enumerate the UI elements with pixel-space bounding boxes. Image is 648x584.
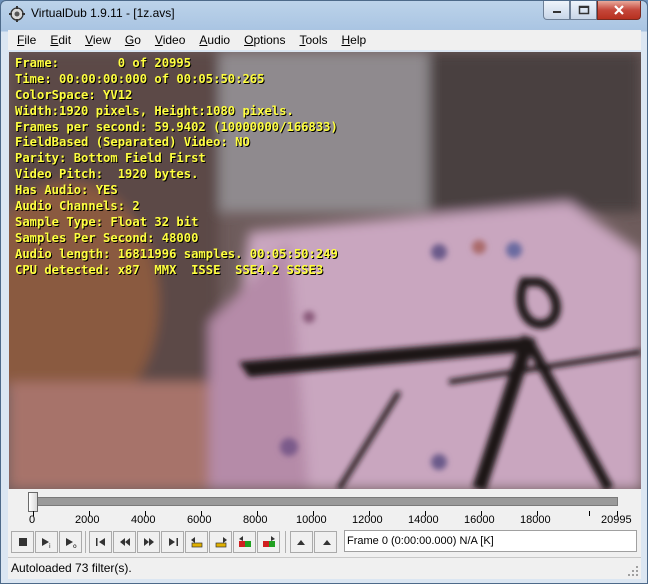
timeline-tick-label: 4000	[131, 514, 156, 526]
step-forward-icon	[143, 538, 154, 546]
timeline-tick-label: 18000	[520, 514, 551, 526]
next-keyframe-button[interactable]	[209, 531, 232, 553]
timeline-tick-label: 12000	[352, 514, 383, 526]
next-scene-button[interactable]	[257, 531, 280, 553]
status-bar: Autoloaded 73 filter(s).	[8, 557, 641, 579]
info-line: Frame: 0 of 20995	[15, 56, 192, 70]
info-line: Has Audio: YES	[15, 183, 118, 198]
next-keyframe-icon	[215, 537, 227, 548]
go-start-button[interactable]	[89, 531, 112, 553]
info-line: Audio Channels: 2	[15, 199, 140, 214]
maximize-icon	[578, 5, 589, 15]
timeline-tick-label: 2000	[75, 514, 100, 526]
timeline-tick-label: 14000	[408, 514, 439, 526]
prev-keyframe-icon	[190, 537, 202, 548]
menu-view[interactable]: View	[78, 30, 118, 50]
menu-edit[interactable]: Edit	[43, 30, 78, 50]
menu-file[interactable]: File	[10, 30, 43, 50]
play-input-button[interactable]: i	[35, 531, 58, 553]
info-line: Video Pitch: 1920 bytes.	[15, 167, 199, 182]
video-pane[interactable]: Frame: 0 of 20995 Time: 00:00:00:000 of …	[9, 52, 641, 489]
close-icon	[614, 5, 624, 15]
minimize-icon	[552, 11, 561, 13]
mark-out-icon	[322, 540, 331, 545]
info-line: FieldBased (Separated) Video: NO	[15, 135, 250, 150]
step-forward-button[interactable]	[137, 531, 160, 553]
title-bar[interactable]: VirtualDub 1.9.11 - [1z.avs]	[1, 1, 647, 29]
timeline-tick-label: 10000	[296, 514, 327, 526]
menu-bar: File Edit View Go Video Audio Options To…	[8, 30, 641, 50]
timeline-tick-label: 16000	[464, 514, 495, 526]
toolbar-separator	[85, 531, 86, 553]
svg-text:i: i	[49, 543, 51, 549]
frame-readout[interactable]: Frame 0 (0:00:00.000) N/A [K]	[344, 530, 637, 552]
menu-options[interactable]: Options	[237, 30, 292, 50]
minimize-button[interactable]	[543, 1, 570, 20]
status-text: Autoloaded 73 filter(s).	[11, 561, 132, 575]
app-window: VirtualDub 1.9.11 - [1z.avs] File Edit V…	[0, 0, 648, 584]
info-line: Width:1920 pixels, Height:1080 pixels.	[15, 103, 294, 118]
go-end-button[interactable]	[161, 531, 184, 553]
toolbar-separator	[285, 531, 286, 553]
info-line: Audio length: 16811996 samples. 00:05:50…	[15, 246, 338, 261]
menu-video[interactable]: Video	[148, 30, 192, 50]
stop-icon	[18, 538, 27, 546]
play-output-icon: o	[65, 538, 77, 549]
info-line: Samples Per Second: 48000	[15, 230, 199, 245]
stop-button[interactable]	[11, 531, 34, 553]
timeline-tick	[589, 511, 590, 516]
menu-go[interactable]: Go	[118, 30, 148, 50]
play-input-icon: i	[41, 538, 51, 549]
info-line: Parity: Bottom Field First	[15, 151, 206, 166]
timeline-tick-label: 6000	[187, 514, 212, 526]
next-scene-icon	[262, 536, 275, 547]
maximize-button[interactable]	[570, 1, 597, 20]
timeline-thumb[interactable]	[28, 492, 38, 512]
step-back-button[interactable]	[113, 531, 136, 553]
info-line: CPU detected: x87 MMX ISSE SSE4.2 SSSE3	[15, 262, 324, 277]
menu-tools[interactable]: Tools	[292, 30, 334, 50]
resize-grip-icon[interactable]	[627, 565, 639, 577]
virtualdub-gear-icon	[9, 6, 25, 22]
menu-audio[interactable]: Audio	[192, 30, 237, 50]
timeline-tick-label: 8000	[243, 514, 268, 526]
mark-in-icon	[296, 540, 305, 545]
window-title: VirtualDub 1.9.11 - [1z.avs]	[31, 6, 175, 20]
timeline-tick-label: 20995	[601, 514, 632, 526]
caption-buttons	[543, 1, 641, 21]
step-back-icon	[119, 538, 130, 546]
menu-help[interactable]: Help	[334, 30, 373, 50]
info-line: Time: 00:00:00:000 of 00:05:50:265	[15, 71, 265, 86]
avs-info-overlay: Frame: 0 of 20995 Time: 00:00:00:000 of …	[15, 56, 338, 278]
go-start-icon	[95, 538, 105, 546]
mark-out-button[interactable]	[314, 531, 337, 553]
svg-text:o: o	[73, 543, 77, 549]
position-control: 0 2000 4000 6000 8000 10000 12000 14000 …	[8, 489, 641, 557]
timeline-tick-label: 0	[29, 514, 36, 526]
go-end-icon	[168, 538, 178, 546]
timeline-track[interactable]	[35, 497, 618, 506]
info-line: Sample Type: Float 32 bit	[15, 214, 199, 229]
mark-in-button[interactable]	[290, 531, 313, 553]
prev-keyframe-button[interactable]	[185, 531, 208, 553]
info-line: ColorSpace: YV12	[15, 87, 133, 102]
prev-scene-icon	[238, 536, 251, 547]
close-button[interactable]	[597, 1, 641, 20]
info-line: Frames per second: 59.9402 (10000000/166…	[15, 119, 338, 134]
play-output-button[interactable]: o	[59, 531, 82, 553]
prev-scene-button[interactable]	[233, 531, 256, 553]
